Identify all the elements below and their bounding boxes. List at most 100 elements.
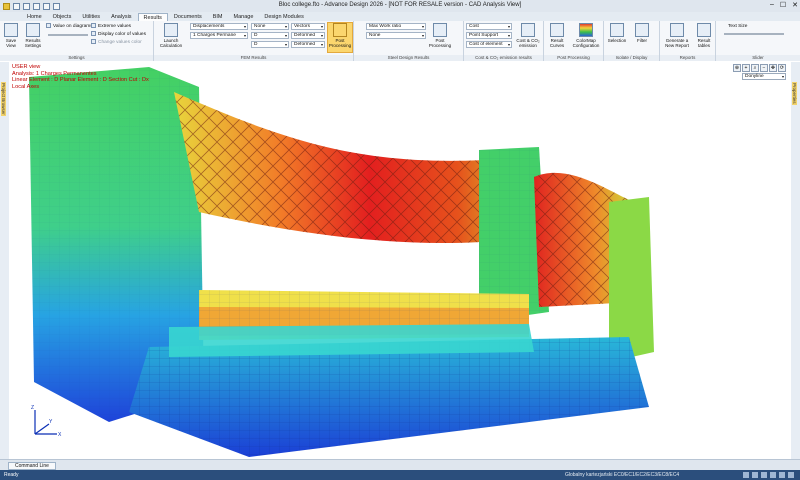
cad-viewport[interactable]: Z X Y (9, 62, 791, 459)
launch-calculation-label: Launch Calculation (159, 38, 183, 48)
cost-co2-icon (521, 23, 535, 37)
steel-post-processing-button[interactable]: Post Processing (428, 23, 452, 48)
cost-select[interactable]: Cost (466, 23, 512, 30)
values-slider[interactable] (48, 34, 88, 36)
tab-documents[interactable]: Documents (169, 13, 207, 21)
properties-strip[interactable]: Properties (791, 62, 800, 459)
zoom-window-icon[interactable]: ⊕ (733, 64, 741, 72)
pan-icon[interactable]: ✥ (769, 64, 777, 72)
save-view-label: Save View (5, 38, 17, 48)
ortho-icon[interactable] (761, 472, 767, 478)
filter-icon (635, 23, 649, 37)
display-color-values-button[interactable]: Display color of values (91, 31, 146, 38)
tab-design-modules[interactable]: Design Modules (259, 13, 308, 21)
zoom-icon[interactable]: ⌕ (751, 64, 759, 72)
filter-label: Filter (637, 38, 647, 43)
launch-calculation-icon (164, 23, 178, 37)
results-settings-button[interactable]: Results Settings (22, 23, 44, 48)
ribbon: Save View Results Settings Value on diag… (0, 21, 800, 61)
extreme-values-icon (91, 23, 96, 29)
window-title: Bloc college.fto - Advance Design 2026 -… (278, 2, 522, 8)
close-icon[interactable]: ✕ (792, 1, 798, 9)
steel-post-processing-label: Post Processing (428, 38, 452, 48)
tab-manage[interactable]: Manage (229, 13, 259, 21)
change-values-color-button[interactable]: Change values color (91, 39, 142, 46)
component-select-1[interactable]: D (251, 32, 289, 39)
result-curves-icon (550, 23, 564, 37)
linear-display-select[interactable]: None (251, 23, 289, 30)
snap-icon[interactable] (743, 472, 749, 478)
tab-home[interactable]: Home (22, 13, 47, 21)
project-browser-strip[interactable]: Project Browser (0, 62, 9, 459)
vectors-select[interactable]: Vectors (291, 23, 325, 30)
axis-x-label: X (58, 432, 62, 438)
load-case-select[interactable]: 1 Charges Permane (190, 32, 248, 39)
color-values-icon (91, 31, 96, 37)
status-ready: Ready (4, 472, 19, 478)
extreme-values-button[interactable]: Extreme values (91, 23, 131, 30)
status-bar: Ready Globalny kartezjański EC0/EC1/EC2/… (0, 470, 800, 480)
command-line-tab[interactable]: Command Line (8, 462, 56, 470)
zoom-in-icon[interactable]: + (742, 64, 750, 72)
colormap-configuration-button[interactable]: ColorMap Configuration (569, 23, 603, 48)
layers-icon[interactable] (779, 472, 785, 478)
group-slider: Text Size Slider (716, 21, 800, 61)
steel-hammer-icon (433, 23, 447, 37)
fem-model-render[interactable] (9, 62, 791, 459)
group-label-post: Post Processing (544, 55, 603, 61)
status-coordinate-system: Globalny kartezjański EC0/EC1/EC2/EC3/EC… (565, 472, 680, 478)
maximize-icon[interactable]: ☐ (780, 1, 786, 9)
deformed-select-1[interactable]: Deformed (291, 32, 325, 39)
steel-result-select[interactable]: Max Work ratio (366, 23, 426, 30)
tab-bim[interactable]: BIM (208, 13, 228, 21)
ribbon-tabs: Home Objects Utilities Analysis Results … (0, 12, 800, 21)
properties-tab[interactable]: Properties (792, 82, 797, 105)
group-settings: Save View Results Settings Value on diag… (0, 21, 154, 61)
title-bar: Bloc college.fto - Advance Design 2026 -… (0, 0, 800, 12)
minimize-icon[interactable]: – (770, 1, 774, 9)
group-reports: Generate a New Report Result tables Repo… (660, 21, 716, 61)
selection-button[interactable]: Selection (606, 23, 628, 43)
component-select-2[interactable]: D (251, 41, 289, 48)
settings-icon[interactable] (788, 472, 794, 478)
result-curves-button[interactable]: Result Curves (546, 23, 568, 48)
value-diagram-icon (46, 23, 51, 29)
filter-button[interactable]: Filter (632, 23, 652, 43)
tab-analysis[interactable]: Analysis (106, 13, 136, 21)
generate-report-button[interactable]: Generate a New Report (662, 23, 692, 48)
change-values-color-label: Change values color (98, 40, 142, 45)
display-mode-select[interactable]: Donyline (742, 73, 786, 80)
group-label-slider: Slider (716, 55, 800, 61)
steel-display-select[interactable]: None (366, 32, 426, 39)
value-on-diagrams-button[interactable]: Value on diagrams (46, 23, 93, 30)
result-tables-button[interactable]: Result tables (694, 23, 714, 48)
save-view-icon (4, 23, 18, 37)
deformed-select-2[interactable]: Deformed (291, 41, 325, 48)
result-type-select[interactable]: Displacements (190, 23, 248, 30)
project-browser-tab[interactable]: Project Browser (1, 82, 6, 116)
tab-results[interactable]: Results (137, 13, 168, 21)
grid-icon[interactable] (752, 472, 758, 478)
report-icon (670, 23, 684, 37)
view-toolbar: ⊕ + ⌕ − ✥ ⟳ (733, 64, 786, 72)
fem-post-processing-button[interactable]: Post Processing (327, 22, 353, 53)
rotate-icon[interactable]: ⟳ (778, 64, 786, 72)
save-view-button[interactable]: Save View (2, 23, 20, 48)
launch-calculation-button[interactable]: Launch Calculation (156, 23, 186, 48)
cost-co2-label: Cost & CO₂ emission (516, 38, 540, 48)
tab-objects[interactable]: Objects (48, 13, 77, 21)
value-on-diagrams-label: Value on diagrams (53, 24, 93, 29)
cost-co2-button[interactable]: Cost & CO₂ emission (514, 23, 542, 48)
zoom-out-icon[interactable]: − (760, 64, 768, 72)
results-settings-label: Results Settings (24, 38, 42, 48)
axis-y-label: Y (49, 419, 53, 425)
tab-utilities[interactable]: Utilities (77, 13, 105, 21)
axes-indicator: Z X Y (31, 405, 62, 438)
text-size-slider[interactable] (724, 33, 784, 35)
group-isolate-display: Selection Filter Isolate / Display (604, 21, 660, 61)
point-support-select[interactable]: Point Support (466, 32, 512, 39)
group-fem-results: Launch Calculation Displacements 1 Charg… (154, 21, 354, 61)
cost-element-select[interactable]: Cost of element (466, 41, 512, 48)
osnap-icon[interactable] (770, 472, 776, 478)
group-cost: Cost Point Support Cost of element Cost … (464, 21, 544, 61)
